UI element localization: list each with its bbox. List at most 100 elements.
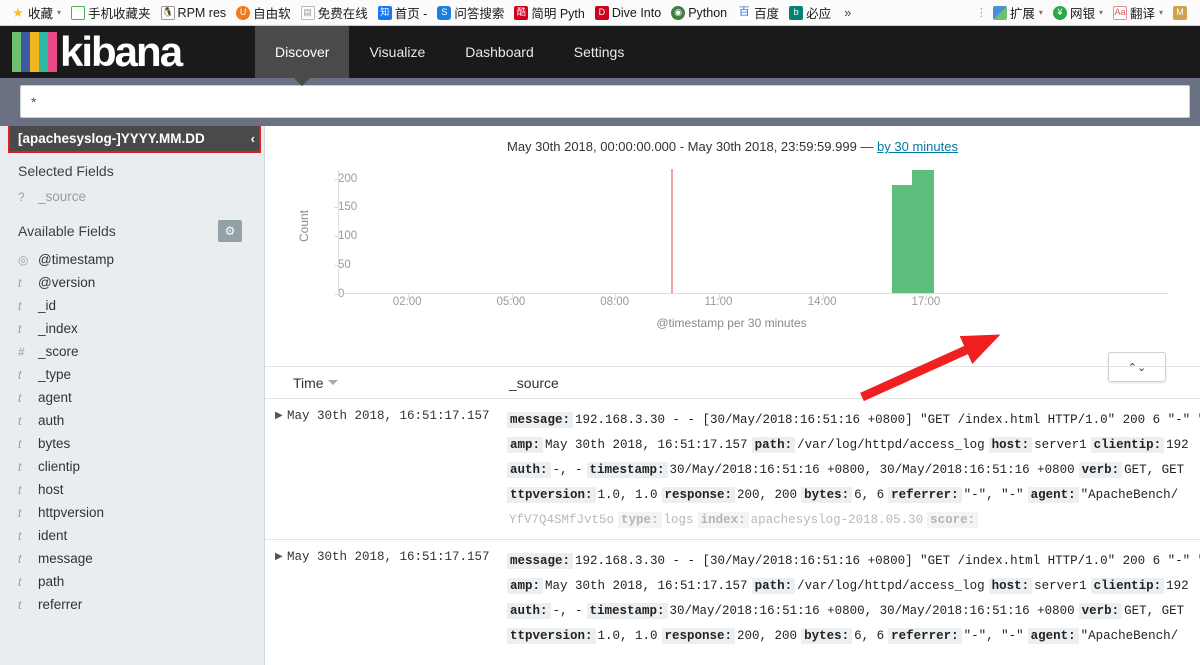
source-field-value: 30/May/2018:16:51:16 +0800, 30/May/2018:… (669, 604, 1075, 618)
bookmark-diveinto-icon[interactable]: D Dive Into (590, 2, 666, 24)
caret-right-icon[interactable]: ▶ (265, 549, 287, 661)
field-name-label: path (38, 574, 65, 589)
column-header-time[interactable]: Time (265, 375, 507, 391)
tab-visualize[interactable]: Visualize (349, 26, 445, 78)
chevron-down-icon[interactable]: ▾ (1099, 8, 1103, 17)
source-field-key: referrer: (888, 628, 962, 644)
bookmark-label: 免费在线 (317, 7, 368, 21)
source-field-key: index: (697, 512, 749, 528)
field-item-path[interactable]: t path (0, 570, 264, 593)
source-field-value: 192.168.3.30 - - [30/May/2018:16:51:16 +… (575, 413, 1200, 427)
chevron-down-icon[interactable]: ▾ (57, 8, 61, 17)
bookmark-bank-shield-icon[interactable]: ¥ 网银 ▾ (1048, 2, 1108, 24)
bookmark-tux-icon[interactable]: 🐧 RPM res (156, 2, 232, 24)
sort-desc-icon[interactable] (327, 380, 338, 385)
field-name-label: _index (38, 321, 78, 336)
column-header-source[interactable]: _source (507, 375, 559, 391)
time-range-text: May 30th 2018, 00:00:00.000 - May 30th 2… (507, 139, 878, 154)
field-item-score[interactable]: # _score (0, 340, 264, 363)
bookmark-overflow-button[interactable]: » (836, 5, 859, 20)
histogram-marker-bar[interactable] (670, 169, 673, 293)
bookmark-sogou-icon[interactable]: S 问答搜索 (432, 2, 509, 24)
row-source-cell: message: 192.168.3.30 - - [30/May/2018:16… (507, 408, 1200, 533)
interval-link[interactable]: by 30 minutes (877, 139, 958, 154)
bookmark-python-icon[interactable]: ◉ Python (666, 2, 732, 24)
tab-settings[interactable]: Settings (554, 26, 645, 78)
tab-label: Settings (573, 44, 625, 60)
bookmark-baidu-icon[interactable]: 百百度 (732, 2, 784, 24)
bookmark-document-icon[interactable]: ▤ 免费在线 (296, 2, 373, 24)
table-row[interactable]: ▶ May 30th 2018, 16:51:17.157 message: 192.… (265, 399, 1200, 540)
sogou-icon: S (437, 5, 452, 20)
source-line: ttpversion: 1.0, 1.0 response: 200, 200 byte… (507, 624, 1200, 649)
field-item-message[interactable]: t message (0, 547, 264, 570)
source-field-value: May 30th 2018, 16:51:17.157 (545, 438, 748, 452)
bookmark-label: 手机收藏夹 (88, 7, 151, 21)
field-item-referrer[interactable]: t referrer (0, 593, 264, 616)
gear-icon[interactable]: ⚙ (218, 220, 242, 242)
misc-icon: M (1173, 5, 1187, 20)
histogram-bar[interactable] (891, 185, 914, 293)
kibana-logo-stripes (12, 32, 57, 72)
column-header-time-label: Time (293, 374, 324, 391)
search-input[interactable] (20, 85, 1190, 118)
field-type-icon: ? (18, 189, 25, 204)
bookmark-right-items: ⋮ 扩展 ▾ ¥ 网银 ▾ Aa 翻译 ▾ M (976, 2, 1194, 24)
source-field-key: score: (927, 512, 979, 528)
document-rows: ▶ May 30th 2018, 16:51:17.157 message: 192.… (265, 399, 1200, 665)
field-item-httpversion[interactable]: t httpversion (0, 501, 264, 524)
index-pattern-label: [apachesyslog-]YYYY.MM.DD (18, 131, 205, 146)
bookmark-label: 问答搜索 (454, 7, 505, 21)
field-item-id[interactable]: t _id (0, 294, 264, 317)
available-fields-heading: Available Fields ⚙ (0, 208, 264, 248)
bookmark-label: 网银 (1069, 7, 1095, 21)
index-pattern-selector-wrap: [apachesyslog-]YYYY.MM.DD ‹ (8, 126, 261, 153)
row-timestamp: May 30th 2018, 16:51:17.157 (287, 550, 490, 564)
field-item-index[interactable]: t _index (0, 317, 264, 340)
field-name-label: _score (38, 344, 79, 359)
bookmark-ku-icon[interactable]: 酷简明 Pyth (509, 2, 590, 24)
source-field-key: amp: (507, 437, 544, 453)
field-type-icon: t (18, 574, 22, 589)
field-item-host[interactable]: t host (0, 478, 264, 501)
caret-right-icon[interactable]: ▶ (265, 408, 287, 533)
bookmark-extensions-icon[interactable]: 扩展 ▾ (988, 2, 1048, 24)
field-item-ident[interactable]: t ident (0, 524, 264, 547)
tab-dashboard[interactable]: Dashboard (445, 26, 554, 78)
bookmark-star-icon[interactable]: ★ 收藏 ▾ (6, 2, 66, 24)
field-item-timestamp[interactable]: ◎ @timestamp (0, 248, 264, 271)
field-item-bytes[interactable]: t bytes (0, 432, 264, 455)
field-name-label: @version (38, 275, 96, 290)
bookmark-zhihu-icon[interactable]: 知首页 - (373, 2, 433, 24)
y-tick-mark (334, 265, 339, 267)
field-type-icon: t (18, 413, 22, 428)
bookmark-phone-icon[interactable]: 手机收藏夹 (66, 2, 156, 24)
table-row[interactable]: ▶ May 30th 2018, 16:51:17.157 message: 192.… (265, 540, 1200, 665)
source-field-value: GET, GET (1124, 604, 1185, 618)
tab-discover[interactable]: Discover (255, 26, 350, 86)
bookmark-misc-icon[interactable]: M (1168, 2, 1192, 24)
field-type-icon: t (18, 482, 22, 497)
y-tick-mark (334, 294, 339, 295)
kibana-logo[interactable]: kibana (0, 26, 255, 78)
index-pattern-selector[interactable]: [apachesyslog-]YYYY.MM.DD ‹ (8, 126, 261, 153)
bookmark-translate-icon[interactable]: Aa 翻译 ▾ (1108, 2, 1168, 24)
field-item-type[interactable]: t _type (0, 363, 264, 386)
field-type-icon: t (18, 528, 22, 543)
histogram-bar[interactable] (912, 170, 935, 293)
bookmark-bing-icon[interactable]: b 必应 (784, 2, 836, 24)
field-item-source[interactable]: ? _source (0, 185, 264, 208)
tab-label: Visualize (369, 44, 426, 60)
bookmark-label: 翻译 (1129, 7, 1155, 21)
field-item-agent[interactable]: t agent (0, 386, 264, 409)
source-field-key: bytes: (801, 628, 853, 644)
bookmark-ubuntu-icon[interactable]: U 自由软 (231, 2, 296, 24)
chevron-down-icon[interactable]: ▾ (1039, 8, 1043, 17)
chevron-left-icon[interactable]: ‹ (247, 131, 255, 146)
field-item-version[interactable]: t @version (0, 271, 264, 294)
field-item-auth[interactable]: t auth (0, 409, 264, 432)
source-meta-line: YfV7Q4SMfJvt5o type: logs index: apachesyslo… (507, 508, 1200, 533)
x-axis-title: @timestamp per 30 minutes (656, 316, 807, 330)
field-item-clientip[interactable]: t clientip (0, 455, 264, 478)
chevron-down-icon[interactable]: ▾ (1159, 8, 1163, 17)
